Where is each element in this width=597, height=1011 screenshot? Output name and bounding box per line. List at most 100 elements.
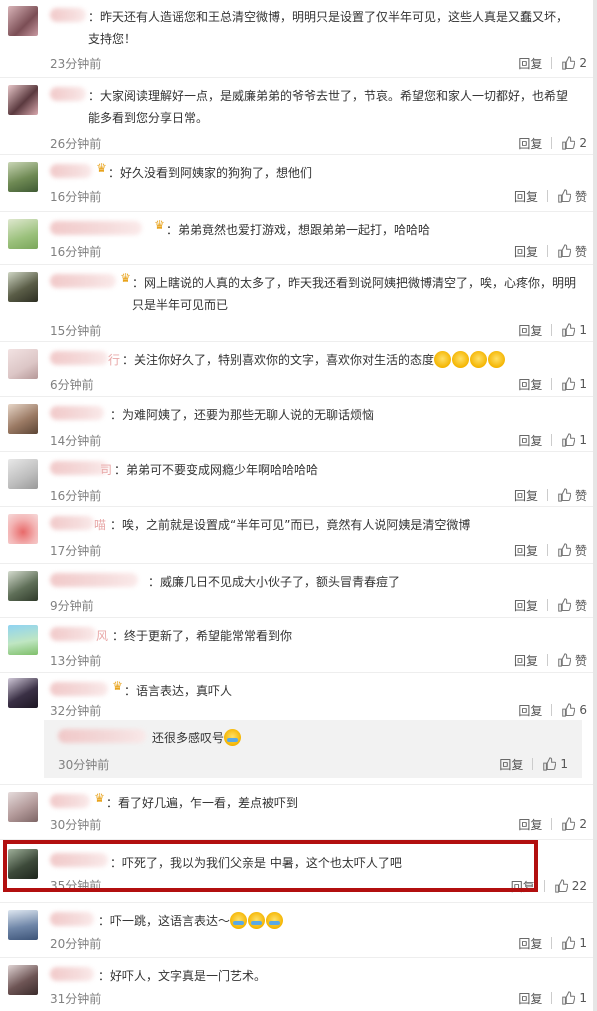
like-button[interactable]: 1	[542, 757, 568, 771]
reply-button[interactable]: 回复	[518, 816, 542, 833]
username-suffix[interactable]: 喵	[94, 514, 106, 536]
avatar[interactable]	[8, 162, 38, 192]
username-blurred[interactable]	[50, 794, 90, 808]
divider	[532, 758, 534, 770]
like-button[interactable]: 22	[554, 879, 587, 893]
username-blurred[interactable]	[50, 351, 108, 365]
like-button[interactable]: 赞	[557, 597, 587, 614]
comment-actions: 回复 2	[518, 134, 587, 152]
comment-time: 32分钟前	[50, 704, 102, 718]
like-button[interactable]: 6	[561, 703, 587, 717]
like-button[interactable]: 2	[561, 136, 587, 150]
username-blurred[interactable]	[50, 221, 142, 235]
reply-button[interactable]: 回复	[514, 652, 538, 669]
like-button[interactable]: 赞	[557, 188, 587, 205]
username-suffix[interactable]: 风	[96, 625, 108, 647]
username-blurred[interactable]	[50, 853, 108, 867]
comment-item: ：威廉几日不见成大小伙子了，额头冒青春痘了 9分钟前 回复 赞	[0, 565, 597, 617]
comment-item: 风 ：终于更新了，希望能常常看到你 13分钟前 回复 赞	[0, 619, 597, 671]
crying-emoji-icon	[230, 912, 248, 929]
comment-time: 16分钟前	[50, 190, 102, 204]
username-blurred[interactable]	[50, 406, 104, 420]
reply-button[interactable]: 回复	[514, 188, 538, 205]
like-button[interactable]: 1	[561, 991, 587, 1005]
crying-emoji-icon	[224, 729, 242, 746]
like-button[interactable]: 1	[561, 936, 587, 950]
thumbs-up-icon	[562, 433, 576, 447]
like-button[interactable]: 赞	[557, 487, 587, 504]
thumbs-up-icon	[558, 598, 571, 612]
avatar[interactable]	[8, 625, 38, 655]
divider	[551, 378, 553, 390]
avatar[interactable]	[8, 272, 38, 302]
avatar[interactable]	[8, 459, 38, 489]
thumbs-up-icon	[558, 189, 571, 203]
like-button[interactable]: 赞	[557, 243, 587, 260]
avatar[interactable]	[8, 349, 38, 379]
avatar[interactable]	[8, 849, 38, 879]
username-blurred[interactable]	[50, 967, 94, 981]
comment-actions: 回复 赞	[514, 651, 587, 669]
comment-item: ：吓死了，我以为我们父亲是 中暑，这个也太吓人了吧 35分钟前 回复 22	[0, 841, 597, 899]
avatar[interactable]	[8, 792, 38, 822]
like-button[interactable]: 1	[561, 323, 587, 337]
avatar[interactable]	[8, 219, 38, 249]
comment-actions: 回复 1	[518, 431, 587, 449]
comment-time: 13分钟前	[50, 654, 102, 668]
username-blurred[interactable]	[50, 573, 138, 587]
vip-badge-icon: ♛	[120, 271, 131, 285]
reply-button[interactable]: 回复	[518, 990, 542, 1007]
reply-button[interactable]: 回复	[514, 487, 538, 504]
reply-button[interactable]: 回复	[518, 432, 542, 449]
reply-button[interactable]: 回复	[518, 55, 542, 72]
crying-emoji-icon	[248, 912, 266, 929]
reply-button[interactable]: 回复	[511, 878, 535, 895]
reply-button[interactable]: 回复	[518, 702, 542, 719]
like-button[interactable]: 1	[561, 377, 587, 391]
username-blurred[interactable]	[50, 682, 108, 696]
like-button[interactable]: 赞	[557, 652, 587, 669]
reply-button[interactable]: 回复	[514, 243, 538, 260]
avatar[interactable]	[8, 678, 38, 708]
username-blurred[interactable]	[50, 627, 96, 641]
thumbs-up-icon	[554, 879, 568, 893]
reply-button[interactable]: 回复	[514, 542, 538, 559]
comment-actions: 回复 1	[518, 989, 587, 1007]
divider	[551, 992, 553, 1004]
username-blurred[interactable]	[58, 729, 146, 743]
username-blurred[interactable]	[50, 8, 86, 22]
reply-button[interactable]: 回复	[518, 376, 542, 393]
like-button[interactable]: 2	[561, 817, 587, 831]
username-blurred[interactable]	[50, 164, 92, 178]
comment-item: 司 ：弟弟可不要变成网瘾少年啊哈哈哈哈 16分钟前 回复 赞	[0, 453, 597, 505]
username-blurred[interactable]	[50, 274, 116, 288]
comment-actions: 回复 1	[518, 375, 587, 393]
avatar[interactable]	[8, 85, 38, 115]
comment-actions: 回复 6	[518, 701, 587, 719]
reply-button[interactable]: 回复	[514, 597, 538, 614]
comment-actions: 回复 1	[518, 934, 587, 952]
reply-button[interactable]: 回复	[518, 935, 542, 952]
avatar[interactable]	[8, 910, 38, 940]
reply-button[interactable]: 回复	[518, 135, 542, 152]
reply-button[interactable]: 回复	[499, 756, 523, 773]
avatar[interactable]	[8, 571, 38, 601]
username-suffix[interactable]: 司	[100, 459, 112, 481]
like-button[interactable]: 1	[561, 433, 587, 447]
thumbs-up-icon	[562, 136, 576, 150]
avatar[interactable]	[8, 965, 38, 995]
username-suffix[interactable]: 行	[108, 349, 120, 371]
avatar[interactable]	[8, 6, 38, 36]
reply-button[interactable]: 回复	[518, 322, 542, 339]
avatar[interactable]	[8, 514, 38, 544]
divider	[546, 599, 548, 611]
username-blurred[interactable]	[50, 87, 86, 101]
username-blurred[interactable]	[50, 516, 94, 530]
like-button[interactable]: 赞	[557, 542, 587, 559]
like-button[interactable]: 2	[561, 56, 587, 70]
avatar[interactable]	[8, 404, 38, 434]
username-blurred[interactable]	[50, 912, 94, 926]
reply-actions: 回复 1	[499, 755, 568, 773]
thumbs-up-icon	[558, 488, 571, 502]
comment-item: ♛ ：看了好几遍，乍一看，差点被吓到 30分钟前 回复 2	[0, 786, 597, 838]
